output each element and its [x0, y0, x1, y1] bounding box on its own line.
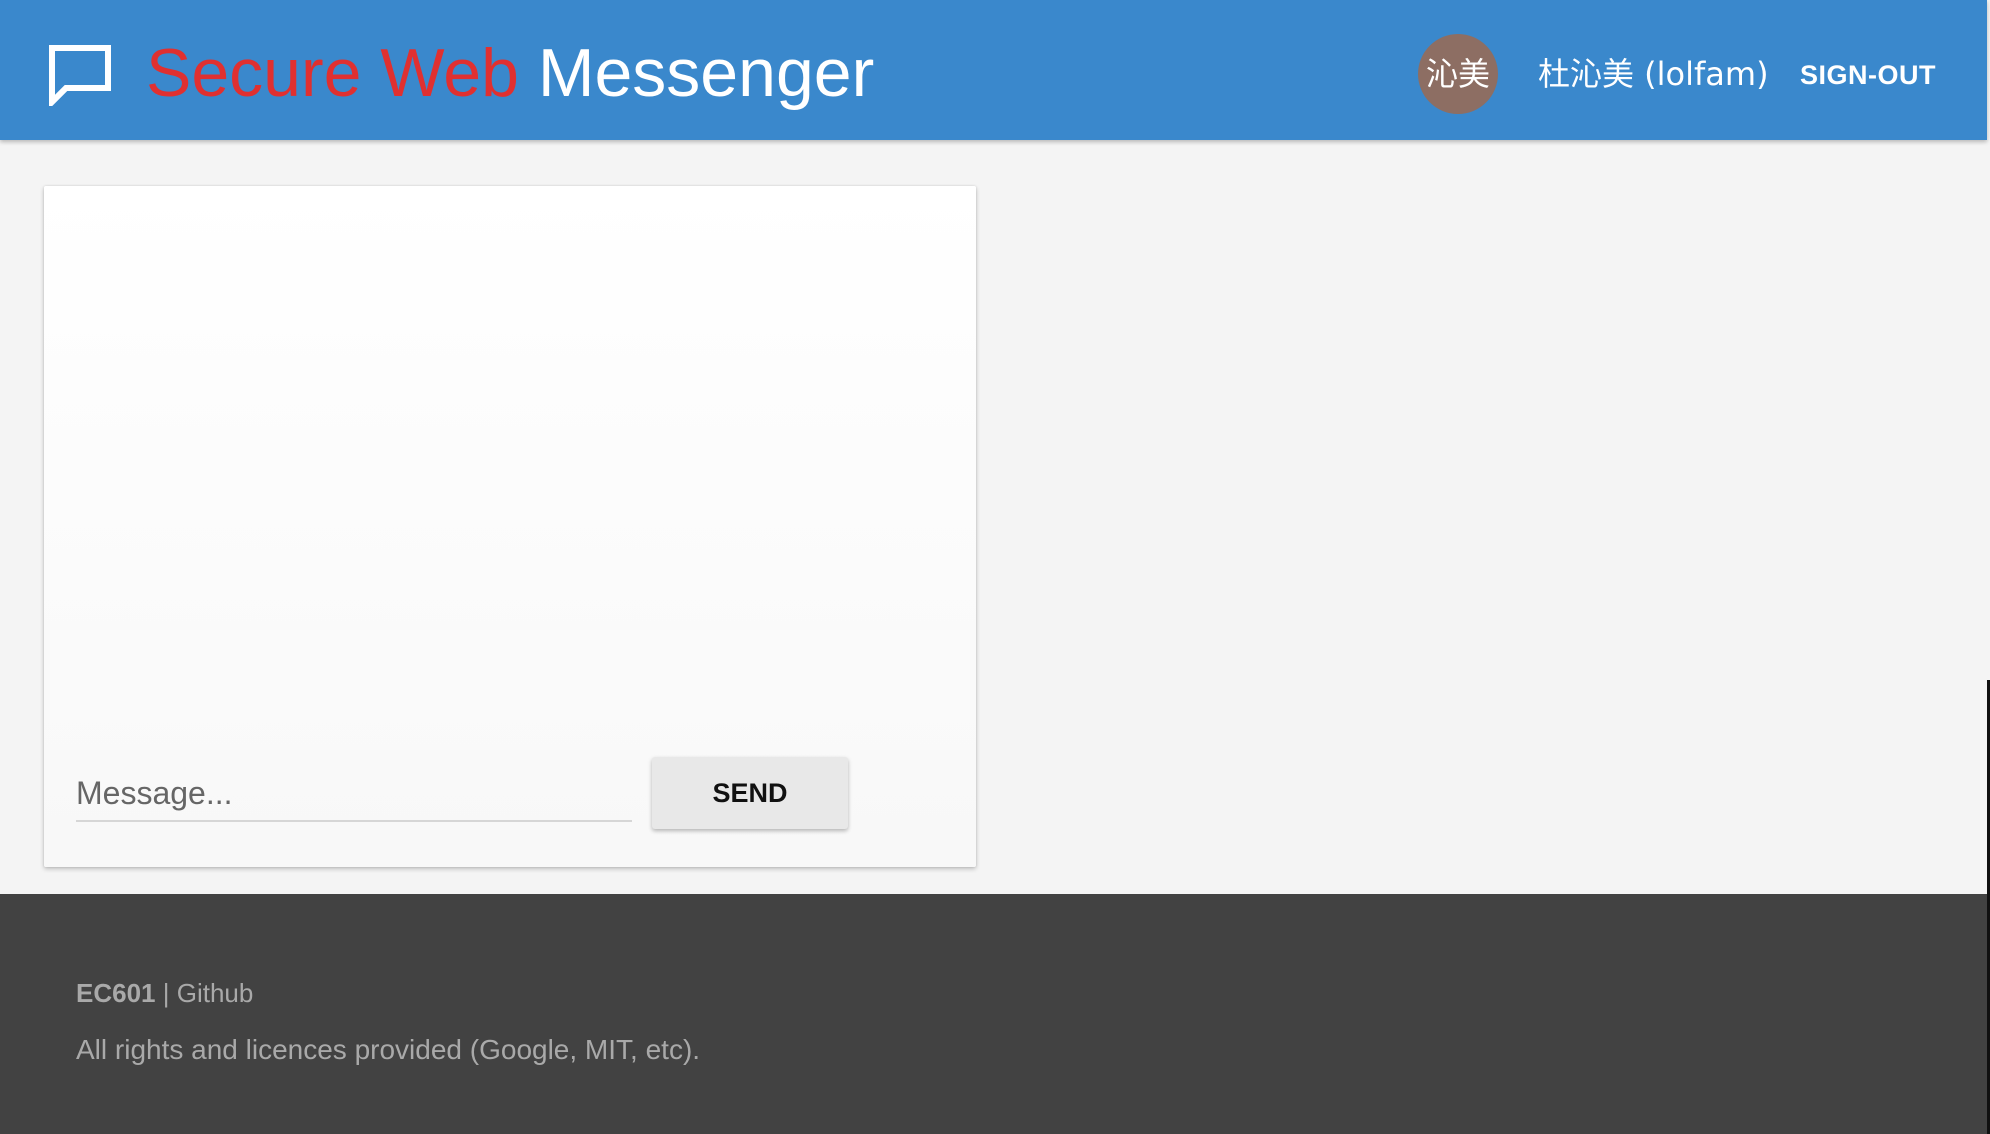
- github-link[interactable]: Github: [177, 978, 254, 1008]
- footer-copyright: All rights and licences provided (Google…: [76, 1034, 701, 1065]
- message-input[interactable]: [76, 766, 632, 822]
- footer-links: EC601 | Github: [76, 976, 253, 1010]
- message-list[interactable]: [44, 186, 976, 746]
- app-root: Secure Web Messenger 沁美 杜沁美 (lolfam) SIG…: [0, 0, 1990, 1134]
- footer-separator: |: [162, 978, 170, 1008]
- app-title-main: Messenger: [537, 35, 875, 111]
- page-footer: EC601 | Github All rights and licences p…: [0, 894, 1987, 1134]
- app-title-accent: Secure Web: [146, 35, 519, 111]
- app-header: Secure Web Messenger 沁美 杜沁美 (lolfam) SIG…: [0, 0, 1987, 140]
- footer-brand: EC601: [76, 978, 156, 1008]
- sign-out-button[interactable]: SIGN-OUT: [1788, 52, 1948, 98]
- app-title: Secure Web Messenger: [146, 34, 874, 112]
- messages-card: SEND: [44, 186, 976, 867]
- avatar[interactable]: 沁美: [1418, 34, 1498, 114]
- send-button[interactable]: SEND: [652, 757, 848, 829]
- user-name: 杜沁美 (lolfam): [1538, 55, 1769, 93]
- chat-bubble-icon: [49, 45, 111, 106]
